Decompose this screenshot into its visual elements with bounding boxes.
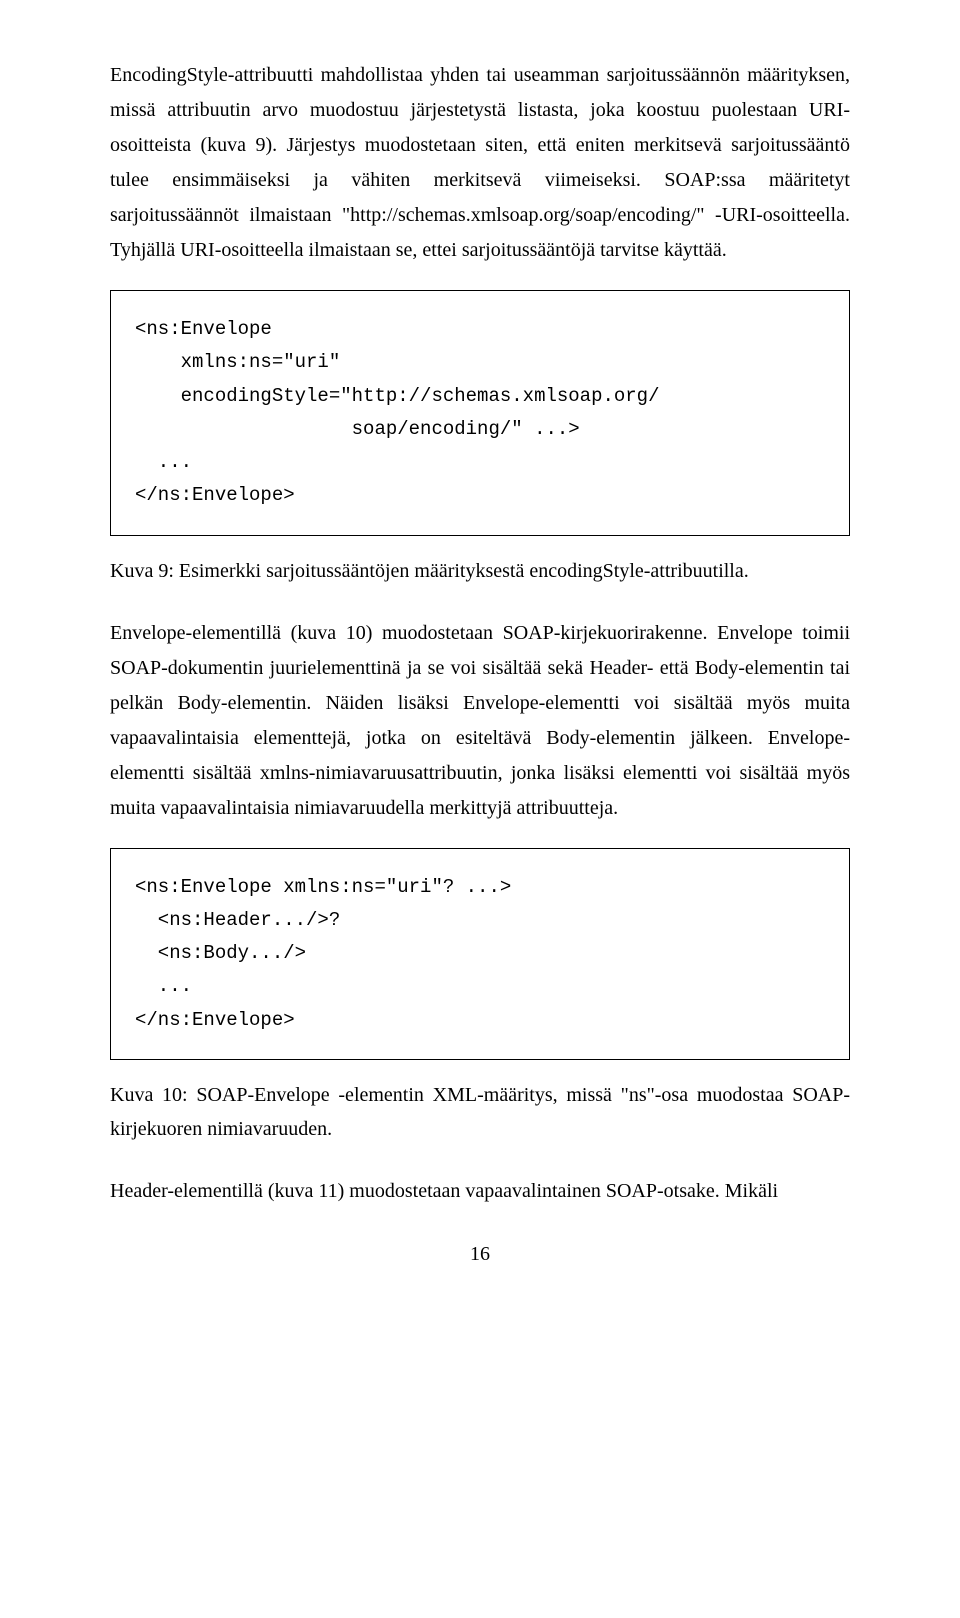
code-block-2: <ns:Envelope xmlns:ns="uri"? ...> <ns:He… [110, 848, 850, 1060]
body-text-block: EncodingStyle-attribuutti mahdollistaa y… [110, 58, 850, 268]
body-text-block: Envelope-elementillä (kuva 10) muodostet… [110, 616, 850, 826]
paragraph-3: Header-elementillä (kuva 11) muodostetaa… [110, 1174, 850, 1209]
page: EncodingStyle-attribuutti mahdollistaa y… [0, 0, 960, 1306]
figure-caption-10: Kuva 10: SOAP-Envelope -elementin XML-mä… [110, 1078, 850, 1146]
figure-caption-9: Kuva 9: Esimerkki sarjoitussääntöjen mää… [110, 554, 850, 588]
page-number: 16 [110, 1243, 850, 1266]
paragraph-2: Envelope-elementillä (kuva 10) muodostet… [110, 616, 850, 826]
paragraph-1: EncodingStyle-attribuutti mahdollistaa y… [110, 58, 850, 268]
body-text-block: Header-elementillä (kuva 11) muodostetaa… [110, 1174, 850, 1209]
code-block-1: <ns:Envelope xmlns:ns="uri" encodingStyl… [110, 290, 850, 536]
